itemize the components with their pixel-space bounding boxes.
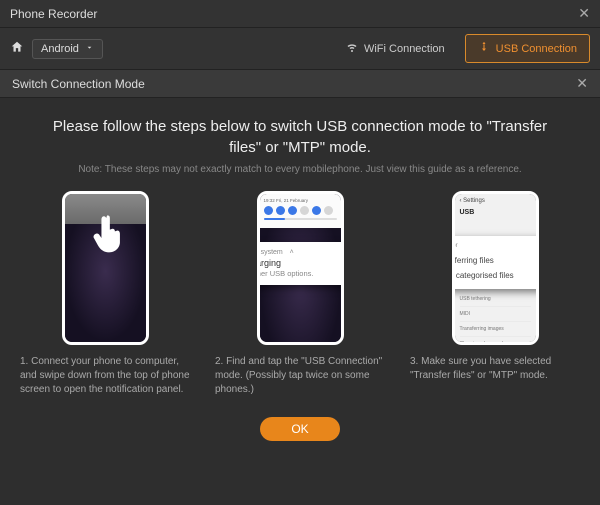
steps-row: 1. Connect your phone to computer, and s…	[20, 191, 580, 411]
usb-card-header: Use USB for	[452, 242, 539, 249]
notif-system: Android system	[257, 249, 283, 256]
step-3: ‹ Settings USB Use USB for Transferring …	[410, 191, 580, 411]
wifi-label: WiFi Connection	[364, 43, 445, 55]
settings-title: USB	[460, 209, 531, 216]
notif-date: 19:32 Fri, 21 February	[264, 198, 337, 203]
step-3-text: 3. Make sure you have selected "Transfer…	[410, 355, 580, 411]
modal-content: Please follow the steps below to switch …	[0, 98, 600, 451]
device-label: Android	[41, 43, 79, 55]
notif-sub: Tap for other USB options.	[257, 269, 344, 278]
modal-header: Switch Connection Mode ✕	[0, 70, 600, 98]
opt-transfer: Transferring files	[452, 256, 494, 265]
opt-read: Read categorised files	[452, 271, 514, 280]
home-icon[interactable]	[10, 40, 24, 57]
window-close-icon[interactable]: ✕	[578, 5, 590, 22]
device-select[interactable]: Android	[32, 39, 103, 59]
step-1-text: 1. Connect your phone to computer, and s…	[20, 355, 190, 411]
step-2: 19:32 Fri, 21 February Android system ˄ …	[215, 191, 385, 411]
usb-icon	[478, 41, 490, 56]
wifi-icon	[346, 41, 358, 56]
chevron-down-icon	[85, 43, 94, 55]
step-2-text: 2. Find and tap the "USB Connection" mod…	[215, 355, 385, 411]
wifi-connection-button[interactable]: WiFi Connection	[334, 35, 457, 62]
toolbar: Android WiFi Connection USB Connection	[0, 28, 600, 70]
modal-headline: Please follow the steps below to switch …	[20, 116, 580, 158]
usb-options-card: Use USB for Transferring files Read cate…	[452, 236, 539, 289]
modal-note: Note: These steps may not exactly match …	[20, 164, 580, 175]
notif-title: USB charging	[257, 258, 344, 268]
modal-close-icon[interactable]: ✕	[576, 75, 588, 92]
phone-illustration-3: ‹ Settings USB Use USB for Transferring …	[452, 191, 539, 345]
usb-notification-card: Android system ˄ USB charging Tap for ot…	[257, 242, 344, 285]
ok-button[interactable]: OK	[260, 417, 340, 441]
titlebar: Phone Recorder ✕	[0, 0, 600, 28]
settings-back: ‹ Settings	[460, 198, 531, 204]
step-1: 1. Connect your phone to computer, and s…	[20, 191, 190, 411]
phone-illustration-1	[62, 191, 149, 345]
usb-connection-button[interactable]: USB Connection	[465, 34, 590, 63]
app-title: Phone Recorder	[10, 7, 578, 21]
modal-title: Switch Connection Mode	[12, 77, 145, 91]
usb-label: USB Connection	[496, 43, 577, 55]
settings-list: USB tethering MIDI Transferring images C…	[460, 292, 531, 345]
phone-illustration-2: 19:32 Fri, 21 February Android system ˄ …	[257, 191, 344, 345]
swipe-hand-icon	[92, 212, 126, 254]
